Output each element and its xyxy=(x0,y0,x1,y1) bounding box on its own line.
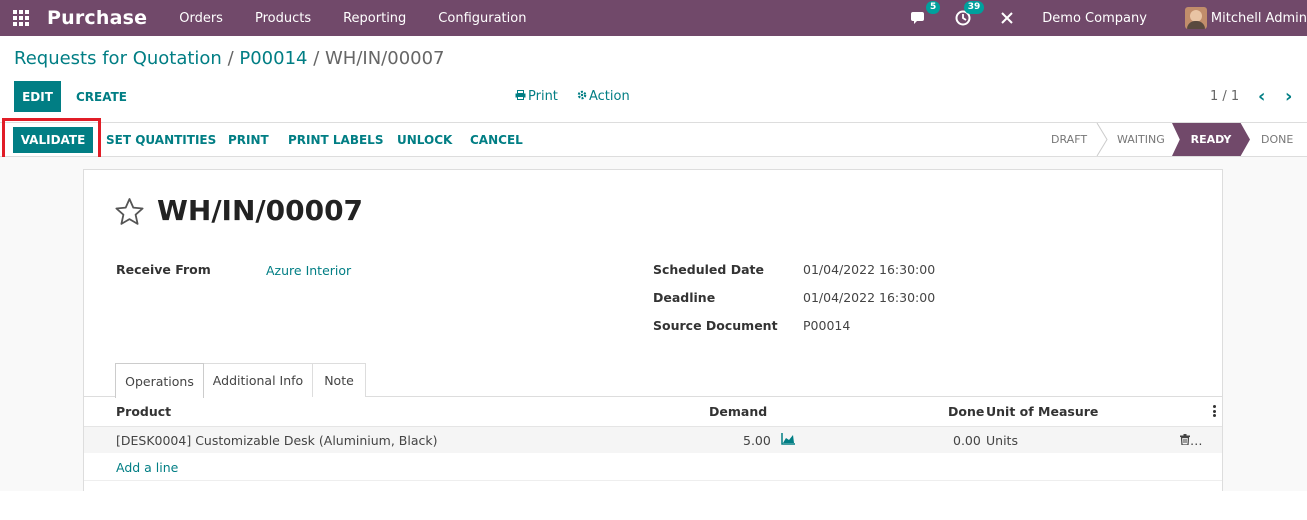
validate-button[interactable]: VALIDATE xyxy=(13,127,93,153)
chevron-left-icon[interactable]: ‹ xyxy=(1258,86,1265,107)
menu-item-configuration[interactable]: Configuration xyxy=(438,11,526,26)
tab-additional-info[interactable]: Additional Info xyxy=(203,363,313,397)
row-unit-of-measure: Units xyxy=(986,433,1018,448)
breadcrumb-rfq[interactable]: Requests for Quotation xyxy=(14,48,222,69)
star-icon[interactable] xyxy=(114,197,145,226)
tab-operations[interactable]: Operations xyxy=(115,363,204,398)
breadcrumb-po[interactable]: P00014 xyxy=(239,48,307,69)
row-delete-ellipsis: … xyxy=(1190,433,1203,448)
unlock-button[interactable]: UNLOCK xyxy=(397,133,452,147)
source-document-label: Source Document xyxy=(653,318,778,333)
column-header-unit-of-measure[interactable]: Unit of Measure xyxy=(986,404,1098,419)
add-line-row xyxy=(84,453,1222,481)
scheduled-date-value: 01/04/2022 16:30:00 xyxy=(803,262,936,277)
app-name[interactable]: Purchase xyxy=(47,7,147,29)
gear-icon xyxy=(577,90,587,100)
deadline-value: 01/04/2022 16:30:00 xyxy=(803,290,936,305)
record-title: WH/IN/00007 xyxy=(157,194,364,227)
user-menu[interactable]: Mitchell Admin xyxy=(1211,11,1307,26)
stage-draft[interactable]: DRAFT xyxy=(1051,133,1087,146)
activities-clock-icon[interactable]: 39 xyxy=(954,1,985,27)
trash-icon[interactable] xyxy=(1180,434,1190,445)
row-demand: 5.00 xyxy=(743,433,771,448)
edit-button[interactable]: EDIT xyxy=(14,81,61,112)
add-line-link[interactable]: Add a line xyxy=(116,460,178,475)
forecast-chart-icon[interactable] xyxy=(781,433,796,445)
receive-from-value[interactable]: Azure Interior xyxy=(266,263,351,278)
breadcrumb-separator: / xyxy=(307,48,325,69)
source-document-value: P00014 xyxy=(803,318,851,333)
chevron-right-icon[interactable]: › xyxy=(1285,86,1292,107)
action-dropdown-label: Action xyxy=(589,89,630,104)
row-product[interactable]: [DESK0004] Customizable Desk (Aluminium,… xyxy=(116,433,438,448)
create-button[interactable]: CREATE xyxy=(76,90,127,104)
tab-note[interactable]: Note xyxy=(312,363,366,397)
messages-icon[interactable]: 5 xyxy=(910,1,941,27)
print-dropdown[interactable]: Print xyxy=(515,89,558,104)
print-icon xyxy=(515,90,526,100)
menu-item-products[interactable]: Products xyxy=(255,11,311,26)
cancel-button[interactable]: CANCEL xyxy=(470,133,523,147)
optional-columns-icon[interactable] xyxy=(1213,405,1216,419)
column-header-done[interactable]: Done xyxy=(948,404,984,419)
receive-from-label: Receive From xyxy=(116,262,211,277)
stage-done[interactable]: DONE xyxy=(1261,133,1293,146)
messages-count-badge: 5 xyxy=(926,1,941,14)
main-menu: Orders Products Reporting Configuration xyxy=(179,11,558,26)
row-done[interactable]: 0.00 xyxy=(953,433,981,448)
activities-count-badge: 39 xyxy=(963,1,985,14)
breadcrumb-current: WH/IN/00007 xyxy=(325,48,445,69)
pager-value[interactable]: 1 / 1 xyxy=(1210,89,1239,104)
breadcrumb: Requests for Quotation / P00014 / WH/IN/… xyxy=(14,48,445,69)
action-dropdown[interactable]: Action xyxy=(577,89,630,104)
company-switcher[interactable]: Demo Company xyxy=(1042,11,1147,26)
stage-ready-active[interactable]: READY xyxy=(1172,123,1250,156)
menu-item-orders[interactable]: Orders xyxy=(179,11,223,26)
systray: 5 39 Demo Company Mitchell Admin xyxy=(910,0,1307,36)
deadline-label: Deadline xyxy=(653,290,716,305)
stage-separator xyxy=(1096,123,1108,156)
stage-waiting[interactable]: WAITING xyxy=(1117,133,1165,146)
breadcrumb-separator: / xyxy=(221,48,240,69)
user-avatar[interactable] xyxy=(1184,7,1207,29)
set-quantities-button[interactable]: SET QUANTITIES xyxy=(106,133,216,147)
column-header-demand[interactable]: Demand xyxy=(709,404,767,419)
scheduled-date-label: Scheduled Date xyxy=(653,262,764,277)
print-dropdown-label: Print xyxy=(528,89,558,104)
print-button[interactable]: PRINT xyxy=(228,133,269,147)
menu-item-reporting[interactable]: Reporting xyxy=(343,11,406,26)
top-navbar: Purchase Orders Products Reporting Confi… xyxy=(0,0,1307,36)
debug-tools-icon[interactable] xyxy=(998,9,1016,27)
app-menu-icon[interactable] xyxy=(13,10,37,26)
column-header-product[interactable]: Product xyxy=(116,404,171,419)
print-labels-button[interactable]: PRINT LABELS xyxy=(288,133,383,147)
